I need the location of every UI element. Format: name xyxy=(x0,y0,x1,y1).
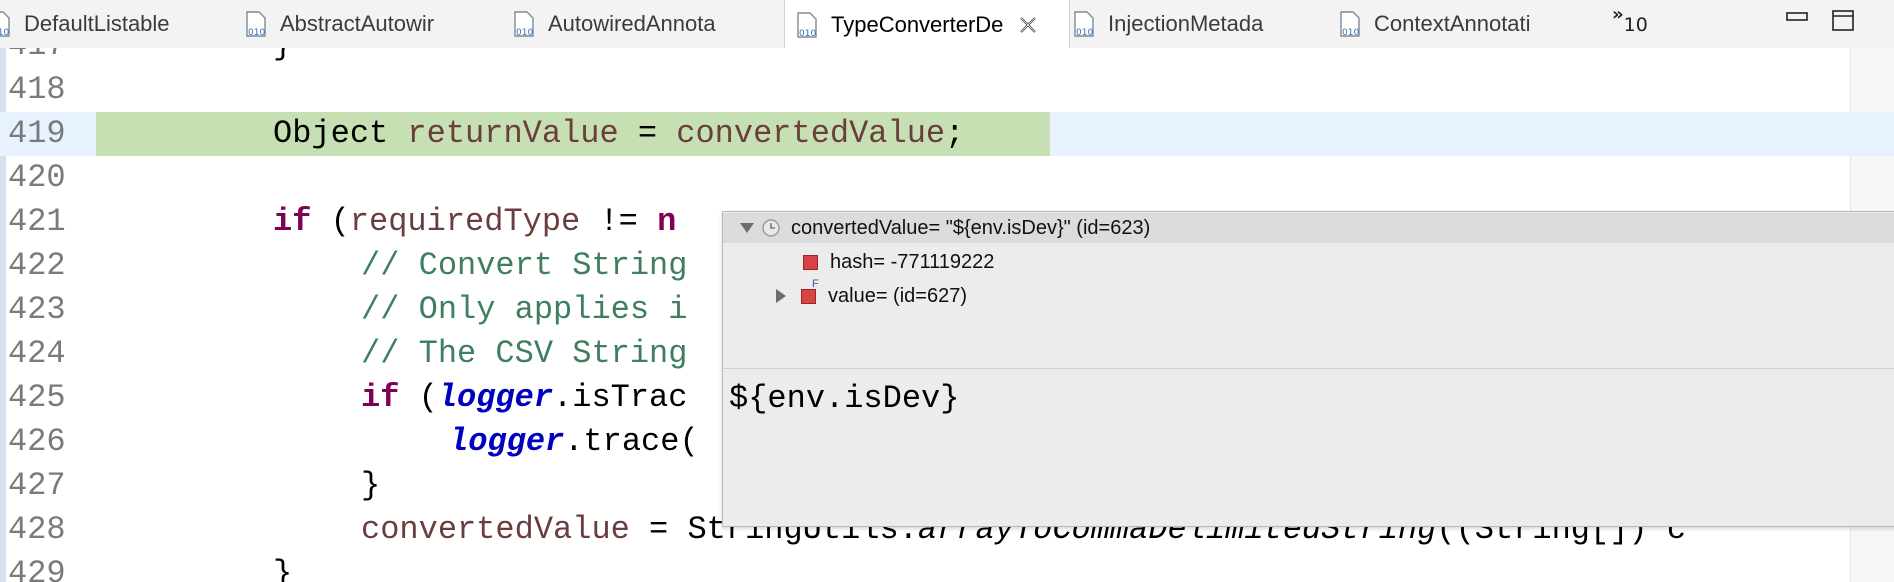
line-number: 420 xyxy=(8,159,66,196)
tab-contextannotati[interactable]: 010 ContextAnnotati xyxy=(1336,0,1586,48)
triangle-down-icon[interactable] xyxy=(737,218,757,238)
java-class-file-icon: 010 xyxy=(1074,11,1094,38)
svg-text:010: 010 xyxy=(799,29,816,39)
line-number: 429 xyxy=(8,555,66,582)
line-number: 422 xyxy=(8,247,66,284)
svg-text:010: 010 xyxy=(1342,28,1359,38)
private-final-field-icon xyxy=(801,278,819,304)
code-text: } xyxy=(361,467,381,504)
tree-row-label: convertedValue= "${env.isDev}" (id=623) xyxy=(791,216,1151,239)
svg-text:010: 010 xyxy=(0,28,9,38)
line-number: 417 xyxy=(8,48,88,68)
line-number: 419 xyxy=(8,115,66,152)
tree-row-value[interactable]: value= (id=627) xyxy=(771,278,967,311)
code-text: logger.trace( xyxy=(449,423,699,460)
tab-label: AutowiredAnnota xyxy=(548,11,716,36)
local-variable-icon xyxy=(762,219,780,237)
minimize-icon[interactable] xyxy=(1786,10,1808,26)
hidden-tabs-button[interactable]: »10 xyxy=(1612,4,1648,36)
code-text: if (logger.isTrac xyxy=(361,379,688,416)
tab-label: AbstractAutowir xyxy=(280,11,435,36)
java-class-file-icon: 010 xyxy=(0,11,10,38)
chevron-right-icon: » xyxy=(1612,4,1624,25)
code-comment: // The CSV String xyxy=(361,335,688,372)
tab-autowiredannota[interactable]: 010 AutowiredAnnota xyxy=(510,0,760,48)
tab-defaultlistable[interactable]: 010 DefaultListable xyxy=(0,0,216,48)
tab-label: TypeConverterDe xyxy=(831,11,1004,37)
hidden-tabs-count: 10 xyxy=(1623,14,1648,36)
code-line: 418 xyxy=(0,68,1894,112)
triangle-right-icon[interactable] xyxy=(771,286,791,306)
code-text: Object returnValue = convertedValue; xyxy=(273,115,965,152)
tab-injectionmetada[interactable]: 010 InjectionMetada xyxy=(1070,0,1320,48)
svg-text:010: 010 xyxy=(516,28,533,38)
tree-row-label: hash= -771119222 xyxy=(830,250,995,273)
tab-label: ContextAnnotati xyxy=(1374,11,1531,36)
code-line: 417 } xyxy=(0,48,1894,68)
popup-splitter[interactable] xyxy=(723,368,1894,369)
variable-inspect-popup[interactable]: convertedValue= "${env.isDev}" (id=623) … xyxy=(722,211,1894,527)
line-number: 427 xyxy=(8,467,66,504)
variable-tree[interactable]: convertedValue= "${env.isDev}" (id=623) … xyxy=(723,212,1894,367)
line-number: 425 xyxy=(8,379,66,416)
line-number: 423 xyxy=(8,291,66,328)
java-class-file-icon: 010 xyxy=(514,11,534,38)
tree-row-hash[interactable]: hash= -771119222 xyxy=(803,247,994,277)
value-detail-pane[interactable]: ${env.isDev} xyxy=(729,380,959,417)
code-text: } xyxy=(273,48,292,68)
line-number: 424 xyxy=(8,335,66,372)
java-class-file-icon: 010 xyxy=(1340,11,1360,38)
tree-row-label: value= (id=627) xyxy=(828,284,967,307)
code-editor[interactable]: 417 } 418 419 Object returnValue = conve… xyxy=(0,48,1894,582)
line-number: 418 xyxy=(8,71,66,108)
code-text: if (requiredType != n xyxy=(273,203,677,240)
svg-text:010: 010 xyxy=(248,28,265,38)
current-code-line: 419 Object returnValue = convertedValue; xyxy=(0,112,1894,156)
code-comment: // Convert String xyxy=(361,247,688,284)
code-comment: // Only applies i xyxy=(361,291,688,328)
line-number: 428 xyxy=(8,511,66,548)
code-line: 429 } xyxy=(0,552,1894,582)
close-icon[interactable] xyxy=(1017,14,1039,36)
svg-text:010: 010 xyxy=(1076,28,1093,38)
editor-tab-bar: 010 DefaultListable 010 AbstractAutowir … xyxy=(0,0,1894,49)
tab-label: DefaultListable xyxy=(24,11,170,36)
maximize-icon[interactable] xyxy=(1832,10,1854,32)
tab-abstractautowir[interactable]: 010 AbstractAutowir xyxy=(242,0,482,48)
tab-typeconverterde[interactable]: 010 TypeConverterDe xyxy=(784,0,1070,49)
code-text: } xyxy=(273,555,293,582)
tab-label: InjectionMetada xyxy=(1108,11,1264,36)
tree-row-convertedvalue[interactable]: convertedValue= "${env.isDev}" (id=623) xyxy=(723,213,1894,243)
java-class-file-icon: 010 xyxy=(797,11,817,39)
java-class-file-icon: 010 xyxy=(246,11,266,38)
private-field-icon xyxy=(803,254,818,270)
line-number: 426 xyxy=(8,423,66,460)
line-number: 421 xyxy=(8,203,66,240)
code-line: 420 xyxy=(0,156,1894,200)
